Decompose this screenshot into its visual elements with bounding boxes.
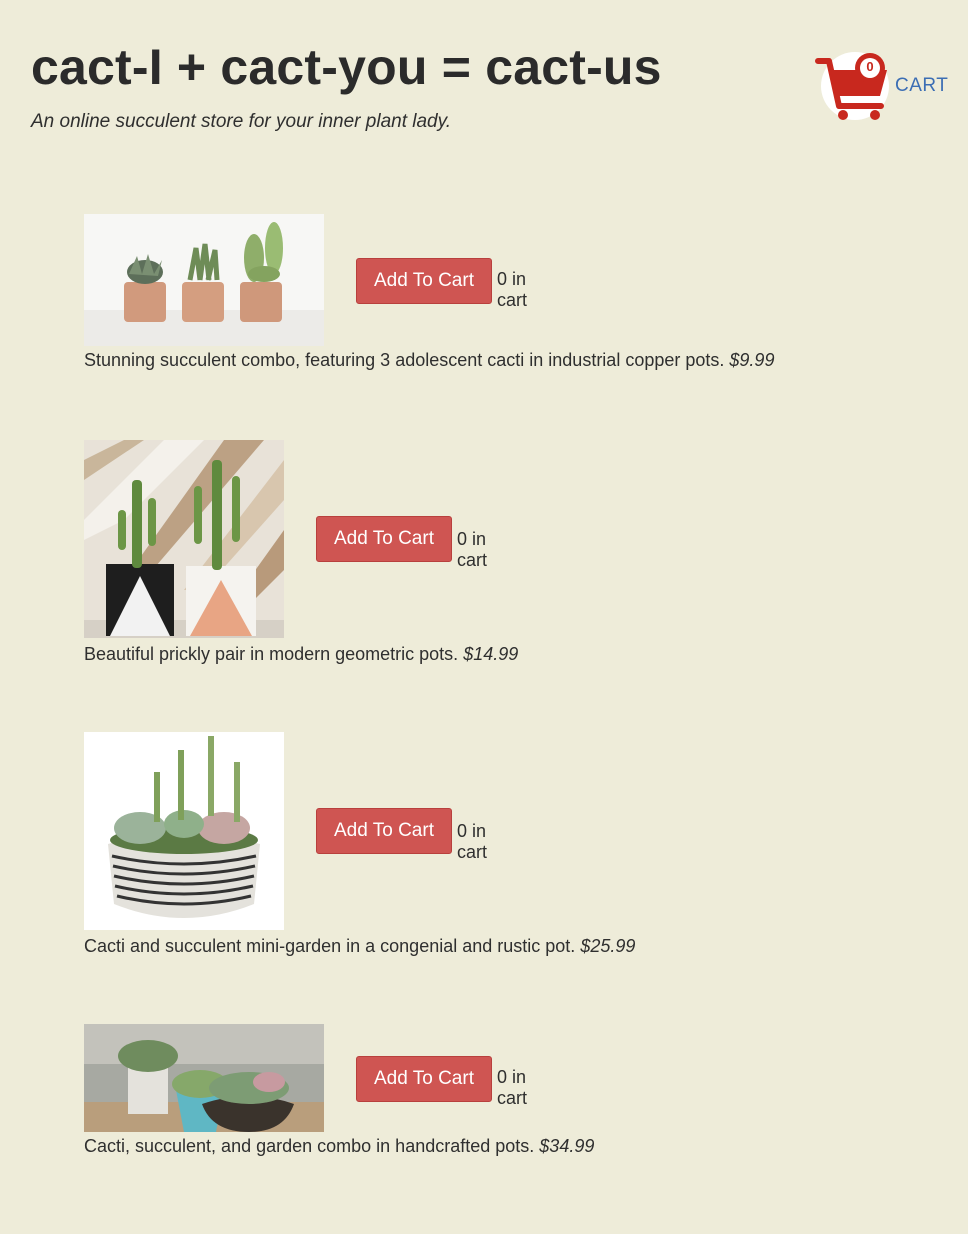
product-description-text: Stunning succulent combo, featuring 3 ad… <box>84 350 725 370</box>
product-description: Stunning succulent combo, featuring 3 ad… <box>84 350 774 371</box>
page-tagline: An online succulent store for your inner… <box>31 111 451 132</box>
in-cart-count: 0 in cart <box>497 1067 528 1108</box>
product-price: $25.99 <box>580 936 636 956</box>
product-image <box>84 732 284 930</box>
product-description-text: Cacti, succulent, and garden combo in ha… <box>84 1136 535 1156</box>
product-description-text: Beautiful prickly pair in modern geometr… <box>84 644 459 664</box>
product-description: Cacti, succulent, and garden combo in ha… <box>84 1136 594 1157</box>
product-price: $34.99 <box>539 1136 595 1156</box>
add-to-cart-button[interactable]: Add To Cart <box>356 1056 492 1102</box>
add-to-cart-button[interactable]: Add To Cart <box>316 516 452 562</box>
cart-link[interactable]: CART <box>895 75 948 97</box>
product-image <box>84 1024 324 1132</box>
cart-count-badge: 0 <box>866 59 874 74</box>
product-description: Cacti and succulent mini-garden in a con… <box>84 936 635 957</box>
in-cart-count: 0 in cart <box>457 821 488 862</box>
add-to-cart-button[interactable]: Add To Cart <box>356 258 492 304</box>
product-image <box>84 214 324 346</box>
product-price: $14.99 <box>463 644 519 664</box>
shopping-cart-icon <box>815 52 889 120</box>
in-cart-count: 0 in cart <box>497 269 528 310</box>
product-description-text: Cacti and succulent mini-garden in a con… <box>84 936 576 956</box>
product-description: Beautiful prickly pair in modern geometr… <box>84 644 518 665</box>
product-price: $9.99 <box>729 350 775 370</box>
add-to-cart-button[interactable]: Add To Cart <box>316 808 452 854</box>
product-image <box>84 440 284 638</box>
page-title: cact-I + cact-you = cact-us <box>31 39 662 95</box>
cart-button[interactable]: 0 CART <box>815 48 955 128</box>
in-cart-count: 0 in cart <box>457 529 488 570</box>
